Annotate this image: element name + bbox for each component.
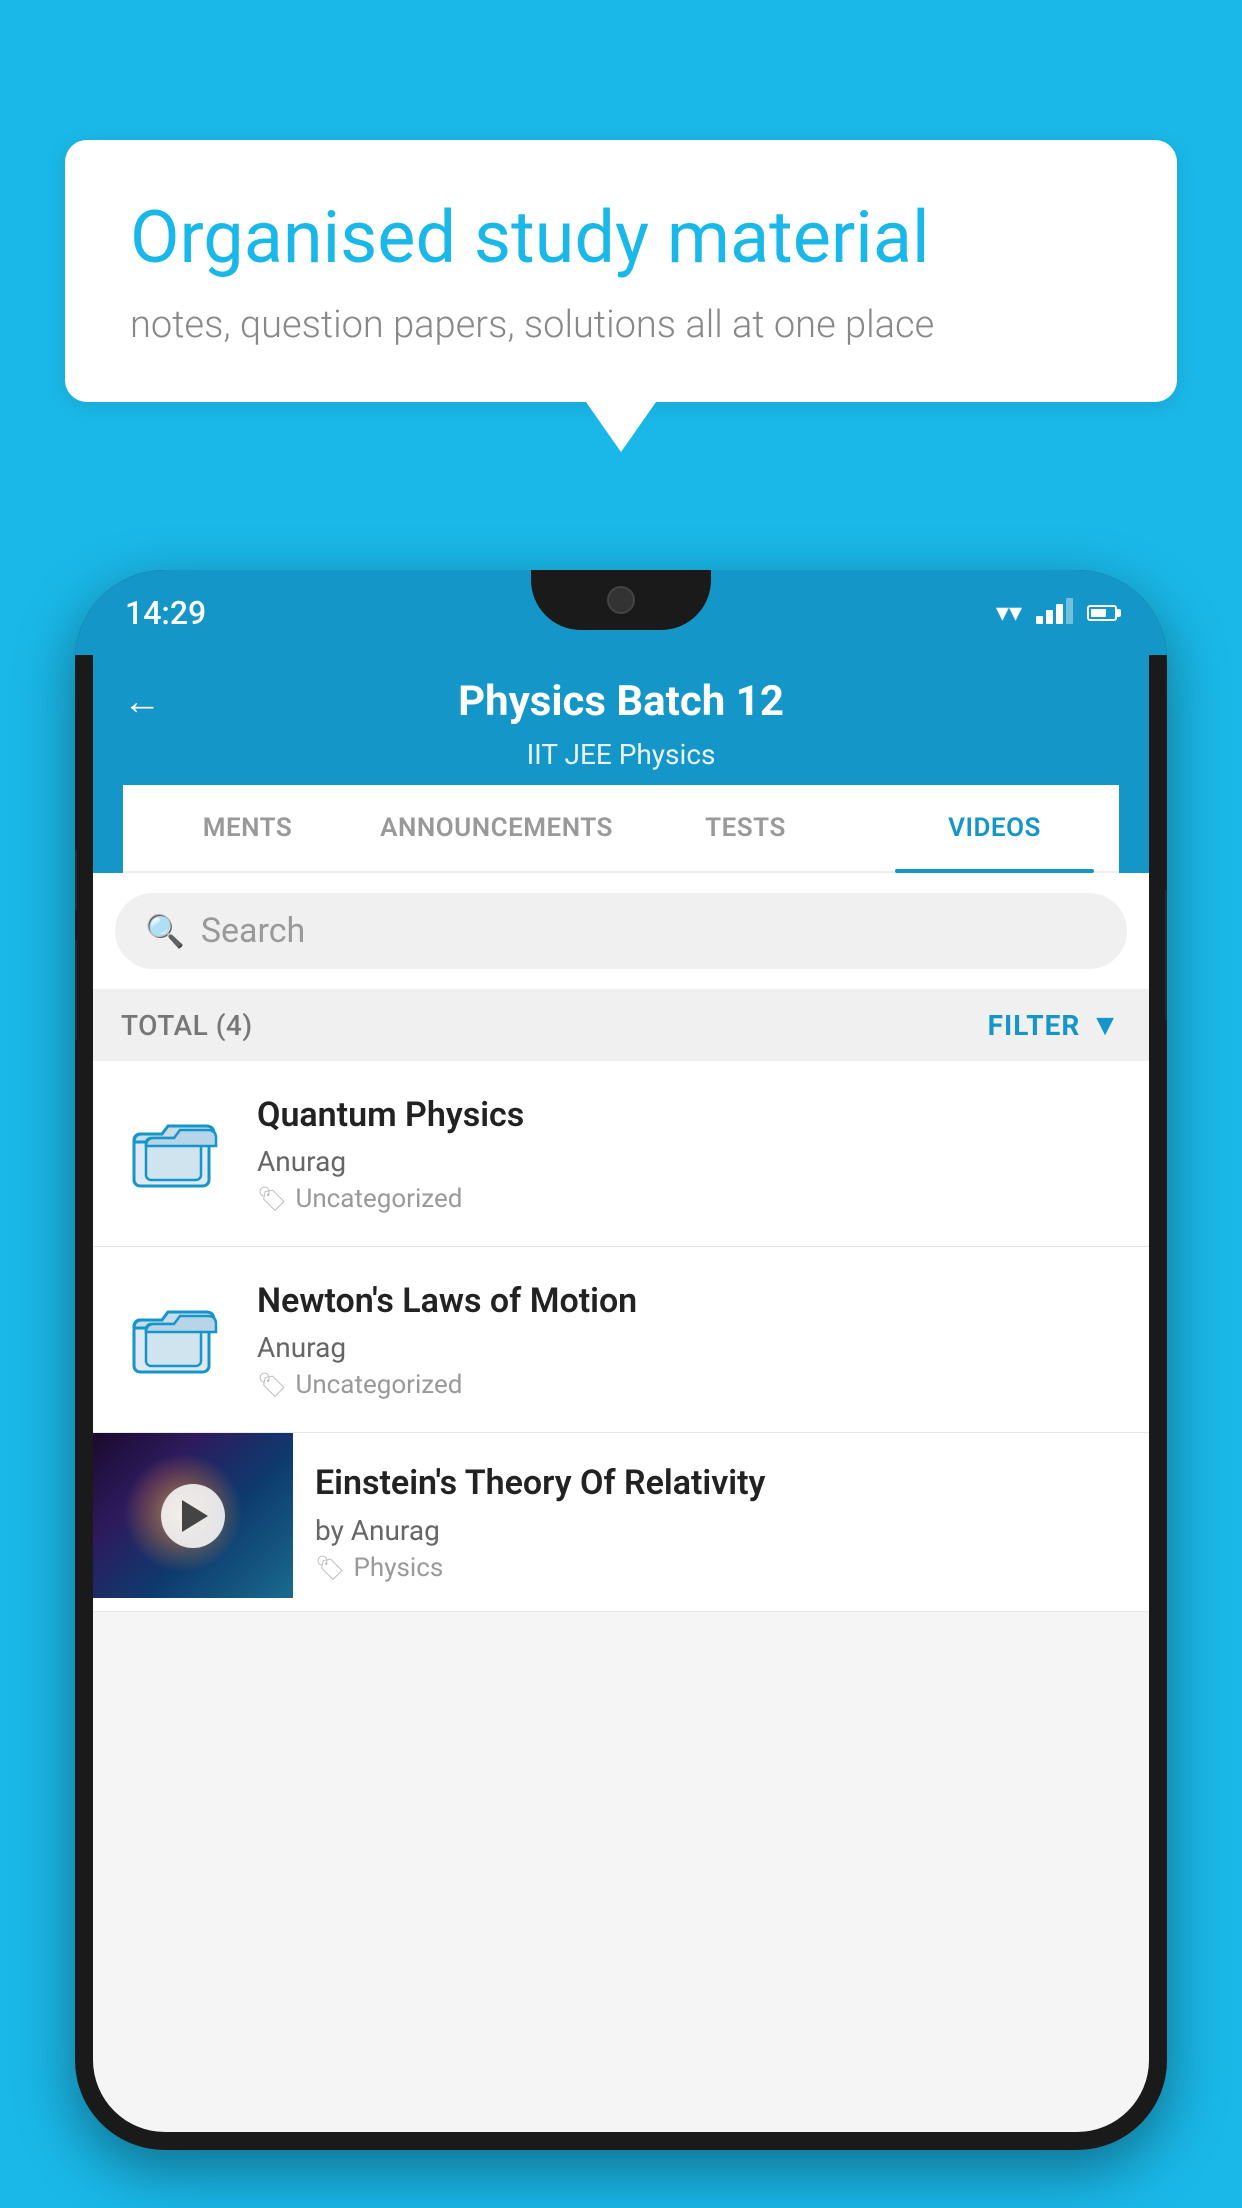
tab-tests[interactable]: TESTS <box>621 785 870 871</box>
play-button[interactable] <box>161 1484 225 1548</box>
video-info-newton: Newton's Laws of Motion Anurag 🏷 Uncateg… <box>257 1279 1123 1400</box>
search-input-wrapper[interactable]: 🔍 Search <box>115 893 1127 969</box>
video-item-einstein[interactable]: Einstein's Theory Of Relativity by Anura… <box>93 1433 1149 1611</box>
search-placeholder: Search <box>201 911 305 951</box>
app-title: Physics Batch 12 <box>458 677 784 726</box>
video-thumb-einstein <box>93 1433 293 1598</box>
app-subtitle: IIT JEE Physics <box>123 738 1119 771</box>
total-count: TOTAL (4) <box>121 1009 253 1042</box>
video-title-einstein: Einstein's Theory Of Relativity <box>315 1461 1127 1505</box>
video-info-quantum: Quantum Physics Anurag 🏷 Uncategorized <box>257 1093 1123 1214</box>
video-author-newton: Anurag <box>257 1331 1123 1364</box>
search-container: 🔍 Search <box>93 873 1149 990</box>
play-icon <box>182 1500 208 1532</box>
phone-volume-up-button <box>75 850 77 910</box>
app-header-top: ← Physics Batch 12 <box>123 677 1119 734</box>
signal-icon <box>1036 602 1073 624</box>
video-info-einstein: Einstein's Theory Of Relativity by Anura… <box>293 1433 1149 1610</box>
search-icon: 🔍 <box>145 912 185 950</box>
filter-label: FILTER <box>988 1009 1081 1042</box>
status-time: 14:29 <box>125 594 206 632</box>
camera-dot <box>607 586 635 614</box>
tag-icon-einstein: 🏷 <box>315 1554 345 1582</box>
battery-fill <box>1091 609 1106 617</box>
filter-button[interactable]: FILTER ▼ <box>988 1008 1121 1043</box>
video-tag-text-quantum: Uncategorized <box>295 1184 462 1214</box>
filter-icon: ▼ <box>1090 1008 1121 1043</box>
battery-icon <box>1087 605 1117 621</box>
tab-announcements[interactable]: ANNOUNCEMENTS <box>372 785 621 871</box>
tab-videos[interactable]: VIDEOS <box>870 785 1119 871</box>
video-item-newton[interactable]: Newton's Laws of Motion Anurag 🏷 Uncateg… <box>93 1247 1149 1433</box>
video-item-quantum[interactable]: Quantum Physics Anurag 🏷 Uncategorized <box>93 1061 1149 1247</box>
video-title-newton: Newton's Laws of Motion <box>257 1279 1123 1323</box>
filter-row: TOTAL (4) FILTER ▼ <box>93 990 1149 1061</box>
phone: 14:29 ▾▾ ← Physics <box>75 570 1167 2150</box>
video-tag-newton: 🏷 Uncategorized <box>257 1370 1123 1400</box>
speech-bubble-title: Organised study material <box>130 195 1112 281</box>
status-bar: 14:29 ▾▾ <box>75 570 1167 655</box>
notch <box>531 570 711 630</box>
phone-volume-down-button <box>75 940 77 1040</box>
speech-bubble-subtitle: notes, question papers, solutions all at… <box>130 303 1112 347</box>
video-tag-quantum: 🏷 Uncategorized <box>257 1184 1123 1214</box>
video-author-einstein: by Anurag <box>315 1514 1127 1547</box>
tabs-container: MENTS ANNOUNCEMENTS TESTS VIDEOS <box>123 785 1119 873</box>
folder-icon-quantum <box>124 1104 224 1204</box>
tag-icon-quantum: 🏷 <box>257 1185 287 1213</box>
speech-bubble: Organised study material notes, question… <box>65 140 1177 402</box>
phone-power-button <box>1165 890 1167 1020</box>
tab-ments[interactable]: MENTS <box>123 785 372 871</box>
wifi-icon: ▾▾ <box>996 598 1022 628</box>
video-thumb-newton <box>119 1285 229 1395</box>
video-tag-text-einstein: Physics <box>353 1553 443 1583</box>
speech-bubble-arrow <box>586 402 656 452</box>
video-tag-text-newton: Uncategorized <box>295 1370 462 1400</box>
video-tag-einstein: 🏷 Physics <box>315 1553 1127 1583</box>
speech-bubble-container: Organised study material notes, question… <box>65 140 1177 452</box>
video-list: Quantum Physics Anurag 🏷 Uncategorized <box>93 1061 1149 1612</box>
video-thumb-quantum <box>119 1099 229 1209</box>
video-title-quantum: Quantum Physics <box>257 1093 1123 1137</box>
app-header: ← Physics Batch 12 IIT JEE Physics MENTS… <box>93 655 1149 873</box>
back-button[interactable]: ← <box>123 680 161 724</box>
status-icons: ▾▾ <box>996 598 1117 628</box>
folder-icon-newton <box>124 1290 224 1390</box>
tag-icon-newton: 🏷 <box>257 1371 287 1399</box>
video-author-quantum: Anurag <box>257 1145 1123 1178</box>
phone-screen: ← Physics Batch 12 IIT JEE Physics MENTS… <box>93 655 1149 2132</box>
